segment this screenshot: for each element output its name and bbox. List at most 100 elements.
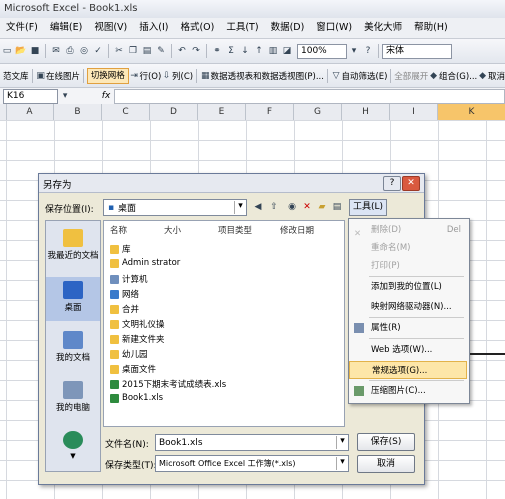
group-button[interactable]: 组合(G)... <box>439 70 477 82</box>
list-item[interactable]: 网络 <box>110 288 139 300</box>
list-item[interactable]: Book1.xls <box>110 393 163 403</box>
place-my-computer[interactable]: 我的电脑 <box>46 381 100 413</box>
column-button[interactable]: 列(C) <box>172 70 193 82</box>
menu-item-properties[interactable]: 属性(R) <box>349 319 467 337</box>
place-network[interactable]: ▼ <box>46 431 100 461</box>
filename-field[interactable]: Book1.xls ▾ <box>155 434 349 451</box>
menu-view[interactable]: 视图(V) <box>88 18 133 38</box>
menu-beautify[interactable]: 美化大师 <box>358 18 408 38</box>
drawing-icon[interactable]: ◪ <box>281 45 293 57</box>
column-header[interactable]: B <box>54 104 102 120</box>
menu-format[interactable]: 格式(O) <box>174 18 220 38</box>
menu-insert[interactable]: 插入(I) <box>133 18 174 38</box>
column-header[interactable]: E <box>198 104 246 120</box>
menu-tools[interactable]: 工具(T) <box>220 18 264 38</box>
chevron-down-icon[interactable]: ▾ <box>348 45 360 57</box>
cut-icon[interactable]: ✂ <box>113 45 125 57</box>
column-header[interactable]: A <box>6 104 54 120</box>
chart-icon[interactable]: ▥ <box>267 45 279 57</box>
save-in-select[interactable]: ▪ 桌面 ▾ <box>103 199 247 216</box>
hyperlink-icon[interactable]: ⚭ <box>211 45 223 57</box>
fanwen-button[interactable]: 范文库 <box>3 70 29 82</box>
list-item[interactable]: 桌面文件 <box>110 363 156 375</box>
chevron-down-icon[interactable]: ▾ <box>234 201 246 214</box>
column-modified[interactable]: 修改日期 <box>280 224 314 236</box>
column-header[interactable]: C <box>102 104 150 120</box>
save-button[interactable]: 保存(S) <box>357 433 415 451</box>
menu-data[interactable]: 数据(D) <box>265 18 311 38</box>
place-my-documents[interactable]: 我的文档 <box>46 331 100 363</box>
open-folder-icon[interactable]: 📂 <box>15 45 27 57</box>
column-header[interactable]: H <box>342 104 390 120</box>
list-item[interactable]: 新建文件夹 <box>110 333 165 345</box>
place-recent[interactable]: 我最近的文档 <box>46 229 100 261</box>
ungroup-button[interactable]: 取消 <box>488 70 505 82</box>
format-painter-icon[interactable]: ✎ <box>155 45 167 57</box>
formula-input[interactable] <box>114 88 505 104</box>
menu-file[interactable]: 文件(F) <box>0 18 44 38</box>
column-header-selected[interactable]: K <box>438 104 505 120</box>
back-icon[interactable]: ◀ <box>252 201 264 213</box>
menu-item-delete[interactable]: ✕ 删除(D) Del <box>349 221 467 239</box>
column-size[interactable]: 大小 <box>164 224 181 236</box>
row-button[interactable]: 行(O) <box>139 70 161 82</box>
save-icon[interactable]: ■ <box>29 45 41 57</box>
column-header[interactable]: F <box>246 104 294 120</box>
font-select[interactable]: 宋体 <box>382 43 452 59</box>
help-icon[interactable]: ? <box>383 176 401 191</box>
list-item[interactable]: 计算机 <box>110 273 148 285</box>
filetype-select[interactable]: Microsoft Office Excel 工作簿(*.xls) ▾ <box>155 455 349 472</box>
menu-item-print[interactable]: 打印(P) <box>349 257 467 275</box>
spelling-icon[interactable]: ✓ <box>92 45 104 57</box>
list-item[interactable]: 2015下期末考试成绩表.xls <box>110 378 226 390</box>
toggle-grid-button[interactable]: 切换网格 <box>86 67 129 84</box>
redo-icon[interactable]: ↷ <box>190 45 202 57</box>
autofilter-button[interactable]: 自动筛选(E) <box>341 70 387 82</box>
list-item[interactable]: Admin strator <box>110 258 180 268</box>
paste-icon[interactable]: ▤ <box>141 45 153 57</box>
list-item[interactable]: 文明礼仪操 <box>110 318 165 330</box>
sort-descending-icon[interactable]: ↑ <box>253 45 265 57</box>
permission-icon[interactable]: ✉ <box>50 45 62 57</box>
new-folder-icon[interactable]: ▰ <box>316 201 328 213</box>
views-icon[interactable]: ▤ <box>331 201 343 213</box>
menu-item-map-drive[interactable]: 映射网络驱动器(N)... <box>349 298 467 316</box>
column-header[interactable]: I <box>390 104 438 120</box>
sort-ascending-icon[interactable]: ↓ <box>239 45 251 57</box>
list-item[interactable]: 合并 <box>110 303 139 315</box>
tools-button[interactable]: 工具(L) <box>349 199 387 216</box>
column-type[interactable]: 项目类型 <box>218 224 252 236</box>
chevron-down-icon[interactable]: ▾ <box>336 457 348 470</box>
name-box[interactable]: K16 <box>3 88 59 104</box>
list-item[interactable]: 库 <box>110 243 131 255</box>
menu-item-rename[interactable]: 重命名(M) <box>349 239 467 257</box>
list-item[interactable]: 幼儿园 <box>110 348 148 360</box>
help-icon[interactable]: ? <box>362 45 374 57</box>
place-desktop[interactable]: 桌面 <box>46 277 100 321</box>
pivot-table-button[interactable]: 数据透视表和数据透视图(P)... <box>211 70 324 82</box>
online-image-button[interactable]: 在线图片 <box>46 70 80 82</box>
scroll-down-icon[interactable]: ▼ <box>70 452 75 460</box>
menu-item-web-options[interactable]: Web 选项(W)... <box>349 341 467 359</box>
cancel-button[interactable]: 取消 <box>357 455 415 473</box>
delete-icon[interactable]: ✕ <box>301 201 313 213</box>
undo-icon[interactable]: ↶ <box>176 45 188 57</box>
chevron-down-icon[interactable]: ▾ <box>59 90 70 102</box>
autosum-icon[interactable]: Σ <box>225 45 237 57</box>
print-icon[interactable]: ⎙ <box>64 45 76 57</box>
copy-icon[interactable]: ❐ <box>127 45 139 57</box>
menu-help[interactable]: 帮助(H) <box>408 18 454 38</box>
close-icon[interactable]: ✕ <box>402 176 420 191</box>
menu-item-compress-pictures[interactable]: 压缩图片(C)... <box>349 382 467 400</box>
new-icon[interactable]: ▭ <box>1 45 13 57</box>
menu-window[interactable]: 窗口(W) <box>310 18 358 38</box>
menu-item-add-to-places[interactable]: 添加到我的位置(L) <box>349 278 467 296</box>
search-web-icon[interactable]: ◉ <box>286 201 298 213</box>
chevron-down-icon[interactable]: ▾ <box>336 436 348 449</box>
zoom-select[interactable]: 100% <box>297 43 347 59</box>
expand-all-button[interactable]: 全部展开 <box>394 70 428 82</box>
preview-icon[interactable]: ◎ <box>78 45 90 57</box>
menu-edit[interactable]: 编辑(E) <box>44 18 88 38</box>
up-folder-icon[interactable]: ⇧ <box>268 201 280 213</box>
column-name[interactable]: 名称 <box>110 224 127 236</box>
